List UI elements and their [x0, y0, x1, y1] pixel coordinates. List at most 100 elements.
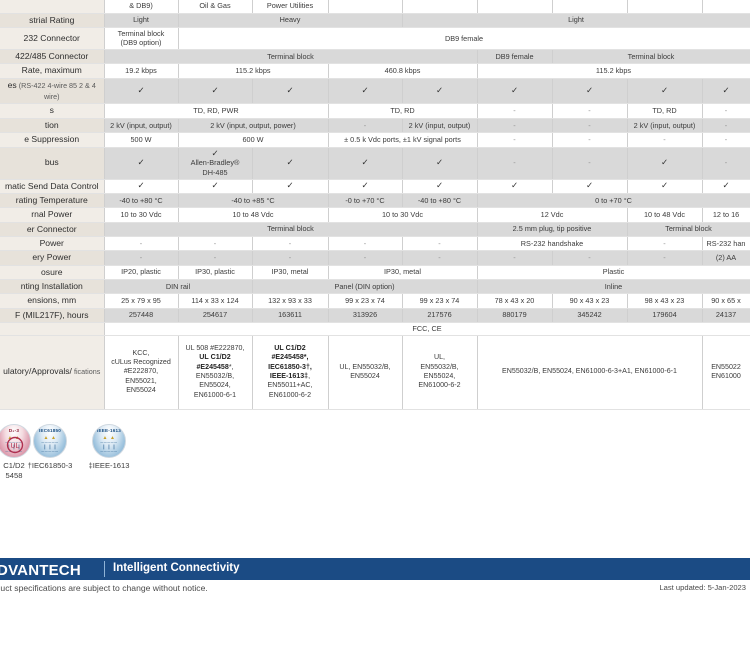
table-cell: - [627, 132, 703, 148]
table-cell: 99 x 23 x 74 [328, 293, 403, 309]
badge-emblem-icon: IEEE-1613 ▲ ▲ ───── ║ ║ ║ ───── [92, 424, 126, 458]
table-cell: 114 x 33 x 124 [178, 293, 253, 309]
table-cell: 460.8 kbps [328, 63, 478, 79]
check-icon: ✓ [137, 180, 145, 191]
table-cell: ✓ [252, 147, 329, 180]
table-cell: - [552, 250, 628, 266]
table-cell: DB9 female [178, 27, 750, 51]
table-cell: ✓ [402, 147, 478, 180]
specification-table-body: & DB9) Oil & Gas Power Utilities strial Rat… [0, 0, 750, 410]
row-label: 422/485 Connector [0, 49, 105, 65]
table-cell: 163611 [252, 308, 329, 323]
row-label [0, 322, 105, 336]
table-cell: ✓ [627, 147, 703, 180]
specification-table: & DB9) Oil & Gas Power Utilities strial Rat… [0, 0, 750, 410]
check-icon: ✓ [510, 180, 519, 191]
table-row: & DB9) Oil & Gas Power Utilities [0, 0, 750, 14]
table-cell: - [552, 147, 628, 180]
row-label: F (MIL217F), hours [0, 308, 105, 323]
table-cell [328, 0, 403, 14]
table-cell: 10 to 48 Vdc [178, 207, 329, 223]
table-cell: ✓ [328, 179, 403, 194]
table-cell: DB9 female [477, 49, 553, 65]
table-cell: 2.5 mm plug, tip positive [477, 222, 628, 237]
table-cell: IP30, metal [252, 265, 329, 280]
table-cell: 500 W [104, 132, 179, 148]
table-cell: - [252, 236, 329, 252]
check-icon: ✓ [722, 85, 730, 96]
table-cell: Terminal block [627, 222, 750, 237]
table-cell: ✓ [552, 78, 628, 105]
footer-tagline: Intelligent Connectivity [113, 562, 240, 574]
table-cell: Light [104, 13, 179, 28]
logo-divider [104, 561, 105, 577]
table-cell: 10 to 30 Vdc [104, 207, 179, 223]
table-cell: - [477, 250, 553, 266]
table-cell [477, 0, 553, 14]
table-cell [402, 0, 478, 14]
badge-caption: ‡IEEE-1613 [88, 461, 130, 470]
table-cell: 24137 [702, 308, 750, 323]
table-cell: EN55032/B, EN55024, EN61000-6-3+A1, EN61… [477, 335, 703, 410]
row-label: es (RS-422 4-wire 85 2 & 4 wire) [0, 78, 105, 105]
table-cell: Heavy [178, 13, 403, 28]
table-cell: ✓ [328, 147, 403, 180]
row-label: rnal Power [0, 207, 105, 223]
footer-disclaimer: roduct specifications are subject to cha… [0, 583, 208, 593]
table-cell: 98 x 43 x 23 [627, 293, 703, 309]
table-cell: -40 to +85 °C [178, 193, 329, 209]
row-label: ery Power [0, 250, 105, 266]
table-cell: - [402, 236, 478, 252]
table-cell: -40 to +80 °C [402, 193, 478, 209]
table-cell: - [178, 250, 253, 266]
check-icon: ✓ [585, 180, 594, 191]
table-cell: EN55022 EN61000 [702, 335, 750, 410]
footer-last-updated: Last updated: 5-Jan-2023 [659, 583, 746, 592]
table-cell: - [328, 118, 403, 134]
badge-substation-glyph-icon: ▲ ▲ ───── ║ ║ ║ ───── [100, 435, 118, 454]
table-cell: Light [402, 13, 750, 28]
table-cell: TD, RD [627, 103, 703, 119]
check-icon: ✓ [585, 85, 594, 96]
table-cell: ✓ [252, 179, 329, 194]
table-row: rnal Power 10 to 30 Vdc 10 to 48 Vdc 10 to … [0, 207, 750, 223]
table-cell: 0 to +70 °C [477, 193, 750, 209]
table-cell: DIN rail [104, 279, 253, 295]
row-label: osure [0, 265, 105, 280]
table-cell: - [552, 103, 628, 119]
check-icon: ✓ [286, 180, 294, 191]
row-label [0, 0, 105, 14]
check-icon: ✓ [435, 85, 444, 96]
iec61850-3-badge: IEC61850 ▲ ▲ ───── ║ ║ ║ ───── †IEC61850-3 [18, 424, 82, 471]
table-cell: ✓ [552, 179, 628, 194]
table-cell: IP30, metal [328, 265, 478, 280]
table-row: es (RS-422 4-wire 85 2 & 4 wire) ✓ ✓ ✓ ✓ ✓ ✓ ✓ ✓… [0, 78, 750, 105]
check-icon: ✓ [286, 157, 294, 168]
badge-substation-glyph-icon: ▲ ▲ ───── ║ ║ ║ ───── [41, 435, 59, 454]
table-cell: 99 x 23 x 74 [402, 293, 478, 309]
table-cell: 19.2 kbps [104, 63, 179, 79]
table-cell: - [552, 118, 628, 134]
table-row: ery Power - - - - - - - - (2) AA [0, 250, 750, 266]
table-cell: Terminal block (DB9 option) [104, 27, 179, 51]
check-icon: ✓ [660, 180, 669, 191]
table-cell: 217576 [402, 308, 478, 323]
table-cell: 90 x 65 x [702, 293, 750, 309]
table-cell: UL C1/D2 #E245458*, IEC61850-3†, IEEE-1613‡… [252, 335, 329, 410]
table-cell: 90 x 43 x 23 [552, 293, 628, 309]
table-cell: 2 kV (input, output) [402, 118, 478, 134]
table-cell: - [702, 147, 750, 180]
check-icon: ✓ [361, 157, 369, 168]
table-row: s TD, RD, PWR TD, RD - - TD, RD - [0, 103, 750, 119]
table-row: matic Send Data Control ✓ ✓ ✓ ✓ ✓ ✓ ✓ ✓ ✓ [0, 179, 750, 194]
table-row: tion 2 kV (input, output) 2 kV (input, out… [0, 118, 750, 134]
check-icon: ✓ [211, 147, 219, 158]
table-cell: 600 W [178, 132, 329, 148]
table-cell: - [627, 236, 703, 252]
row-label: Rate, maximum [0, 63, 105, 79]
table-cell: ✓ [402, 78, 478, 105]
table-row: strial Rating Light Heavy Light [0, 13, 750, 28]
table-cell: - [104, 236, 179, 252]
table-cell: - [627, 250, 703, 266]
check-icon: ✓ [510, 85, 519, 96]
